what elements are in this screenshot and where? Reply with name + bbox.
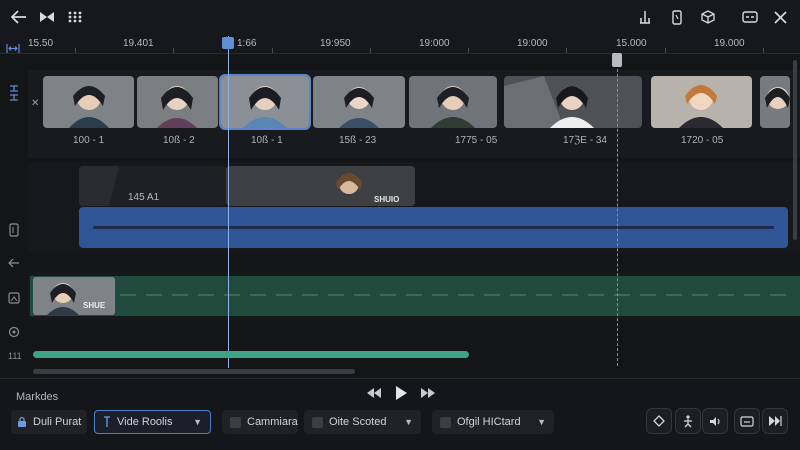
clip-label: 1720 - 05 [681,135,724,146]
video-clip-thumbnail[interactable] [313,76,405,128]
timeline-progress-bar[interactable] [33,351,469,358]
ruler-tick [370,48,371,53]
close-icon[interactable] [769,7,791,27]
clip-label: 10ß - 1 [251,135,283,146]
ruler-label: 1:66 [237,38,257,49]
bowtie-icon[interactable] [36,7,58,27]
overlay-clip[interactable]: 145 A1 [79,166,226,206]
ruler-label: 15.50 [28,38,54,49]
play-icon[interactable] [393,384,409,402]
figure-icon[interactable] [675,408,701,434]
ruler-label: 19:000 [419,38,450,49]
undo-arrow-icon[interactable] [6,255,22,271]
video-room-label: Vide Roolis [117,416,173,428]
video-room-dropdown[interactable]: Vide Roolis ▼ [94,410,211,434]
dual-portal-button[interactable]: Duli Purat [11,410,87,434]
target-icon[interactable] [6,324,22,340]
ruler-tick [272,48,273,53]
chevron-down-icon: ▼ [193,417,202,427]
ruler-label: 19.401 [123,38,154,49]
clip-label: 1775 - 05 [455,135,498,146]
overlay-clip-label: 145 A1 [128,192,160,203]
image-icon[interactable] [6,290,22,306]
ruler-tick [75,48,76,53]
hitcard-checkbox[interactable] [440,416,451,428]
top-toolbar [0,0,800,34]
camera-checkbox[interactable] [230,416,241,428]
chevron-down-icon: ▼ [404,417,413,427]
caption-icon[interactable] [739,7,761,27]
green-clip-pattern [120,294,790,296]
phone-icon[interactable] [666,7,688,27]
lock-icon [17,416,27,428]
playhead-line [228,36,229,368]
markers-label: Markdes [16,391,59,403]
hitcard-label: Ofgil HICtard [457,416,521,428]
audio-waveform [93,226,774,229]
skip-icon[interactable] [762,408,788,434]
ruler-label: 15.000 [616,38,647,49]
ruler-tick [173,48,174,53]
ruler-tick [468,48,469,53]
playhead-handle[interactable] [222,37,234,49]
grid-dots-icon[interactable] [64,7,86,27]
ruler-zoom-icon[interactable] [6,40,20,53]
video-clip-thumbnail[interactable] [504,76,642,128]
horizontal-scrollbar[interactable] [33,369,355,374]
clip-label: 15ß - 23 [339,135,377,146]
diamond-icon[interactable] [646,408,672,434]
track-header-column: 111 [0,55,28,375]
video-clip-thumbnail[interactable] [137,76,218,128]
green-clip[interactable]: SHUE [30,276,800,316]
marker-handle[interactable] [612,53,622,67]
fast-forward-icon[interactable] [420,384,436,402]
ruler-label: 19:950 [320,38,351,49]
track-counter: 111 [8,351,22,361]
subtitle-icon[interactable] [734,408,760,434]
pin-icon [103,416,111,428]
camera-toggle[interactable]: Cammiara [222,410,298,434]
clip-icon[interactable] [6,222,22,238]
clip-label: 100 - 1 [73,135,105,146]
green-clip-thumbnail[interactable]: SHUE [33,277,115,315]
hitcard-dropdown[interactable]: Ofgil HICtard ▼ [432,410,554,434]
overlay-thumb-text: SHUIO [374,195,400,204]
green-thumb-text: SHUE [83,301,106,310]
ruler-label: 19.000 [714,38,745,49]
split-icon[interactable] [634,7,656,27]
audio-clip[interactable] [79,207,788,248]
ruler-tick [665,48,666,53]
track-link-icon[interactable] [6,85,22,101]
dual-portal-label: Duli Purat [33,416,82,428]
overlay-clip-thumbnail[interactable]: SHUIO [226,166,415,206]
video-clip-thumbnail[interactable] [651,76,752,128]
scoring-label: Oite Scoted [329,416,387,428]
clip-label: 10ß - 2 [163,135,195,146]
scoring-checkbox[interactable] [312,416,323,428]
rewind-icon[interactable] [366,384,382,402]
video-clip-thumbnail[interactable] [760,76,790,128]
camera-label: Cammiara [247,416,298,428]
timeline-ruler[interactable]: 15.50 19.401 1:66 19:950 19:000 19:000 1… [0,34,800,54]
clip-label: 17ℨE - 34 [563,135,607,146]
marker-line [617,54,618,366]
cube-icon[interactable] [697,7,719,27]
volume-icon[interactable] [702,408,728,434]
ruler-tick [763,48,764,53]
track-close-icon[interactable]: ✕ [31,98,39,109]
ruler-label: 19:000 [517,38,548,49]
video-clip-thumbnail[interactable] [43,76,134,128]
vertical-scrollbar[interactable] [793,60,797,240]
chevron-down-icon: ▼ [537,417,546,427]
ruler-tick [566,48,567,53]
back-arrow-icon[interactable] [8,7,30,27]
scoring-dropdown[interactable]: Oite Scoted ▼ [304,410,421,434]
selected-video-clip-thumbnail[interactable] [219,74,311,130]
video-clip-thumbnail[interactable] [409,76,497,128]
